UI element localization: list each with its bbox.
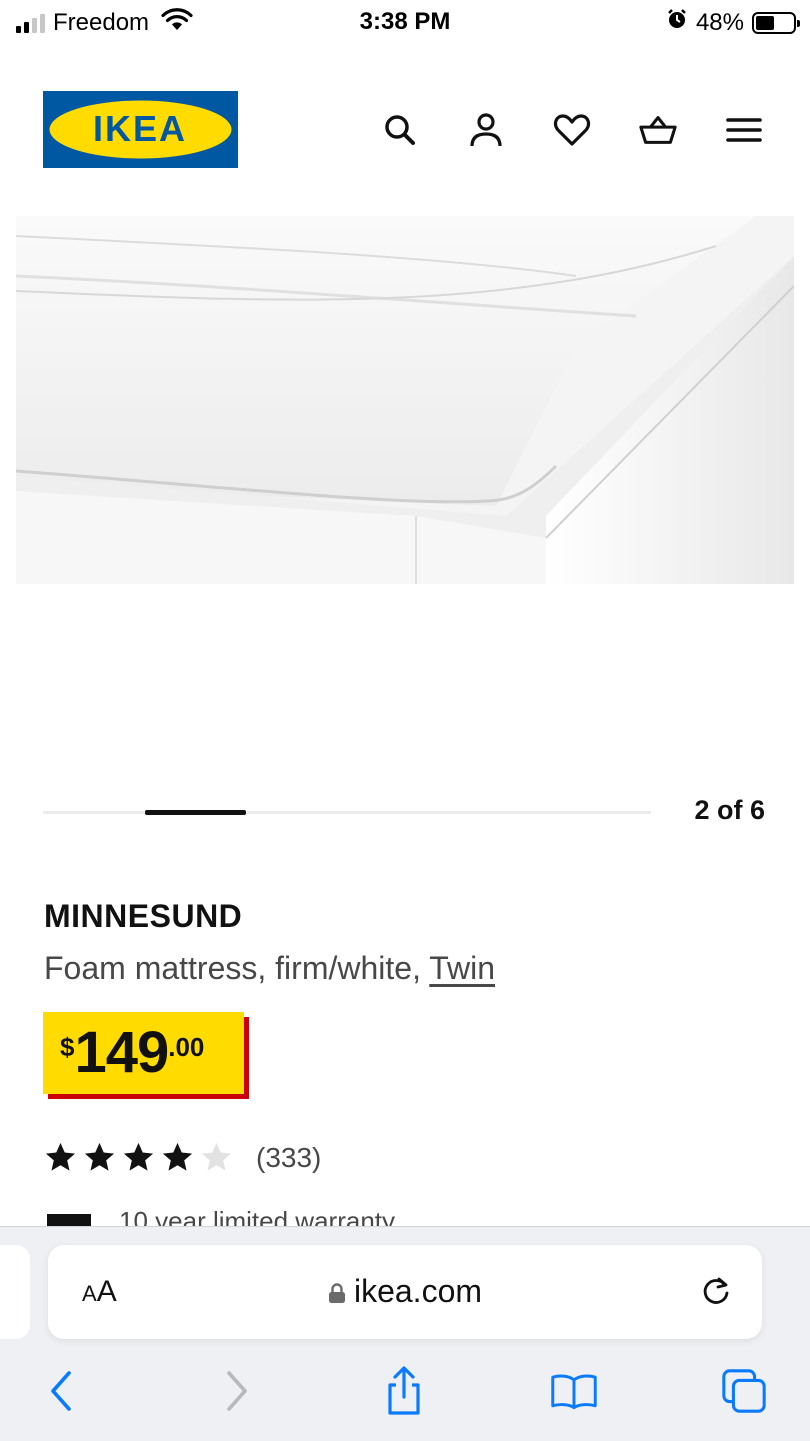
account-icon[interactable] <box>466 110 506 150</box>
safari-bottom-bar: AA ikea.com <box>0 1226 810 1441</box>
shopping-basket-icon[interactable] <box>638 110 678 150</box>
status-right: 48% <box>666 8 800 37</box>
warranty-badge-icon <box>47 1214 91 1226</box>
tabs-icon[interactable] <box>720 1367 768 1415</box>
reload-icon[interactable] <box>698 1273 734 1314</box>
carousel-progress-track[interactable] <box>43 811 651 814</box>
battery-percent: 48% <box>695 8 744 36</box>
status-bar: Freedom 3:38 PM 48% <box>0 0 810 46</box>
star-icon <box>123 1142 154 1171</box>
ikea-logo[interactable]: IKEA <box>43 91 238 168</box>
back-icon[interactable] <box>38 1367 86 1415</box>
url-label: ikea.com <box>353 1273 483 1309</box>
address-bar[interactable]: AA ikea.com <box>48 1245 762 1339</box>
product-price: $ 149 .00 <box>60 1020 204 1086</box>
product-description: Foam mattress, firm/white, Twin <box>44 950 495 987</box>
price-tag: $ 149 .00 <box>43 1012 244 1094</box>
logo-text: IKEA <box>93 108 187 149</box>
star-icon <box>84 1142 115 1171</box>
forward-icon[interactable] <box>212 1367 260 1415</box>
lock-icon <box>328 1275 346 1312</box>
image-counter: 2 of 6 <box>694 795 765 825</box>
price-integer: 149 <box>74 1020 169 1085</box>
product-image[interactable] <box>16 216 794 584</box>
carousel-progress-thumb[interactable] <box>145 810 246 815</box>
safari-toolbar <box>0 1345 810 1441</box>
product-rating[interactable]: (333) <box>43 1140 321 1175</box>
size-link[interactable]: Twin <box>429 950 495 986</box>
product-name: MINNESUND <box>44 898 243 934</box>
star-icon <box>162 1142 193 1171</box>
star-empty-icon <box>201 1142 232 1171</box>
price-decimals: .00 <box>168 1032 205 1062</box>
favorites-heart-icon[interactable] <box>552 110 592 150</box>
bookmarks-icon[interactable] <box>550 1367 598 1415</box>
review-count[interactable]: (333) <box>256 1142 321 1174</box>
share-icon[interactable] <box>380 1366 428 1415</box>
price-currency: $ <box>60 1032 75 1062</box>
search-icon[interactable] <box>380 110 420 150</box>
star-icon <box>45 1142 76 1171</box>
previous-tab-preview[interactable] <box>0 1245 30 1339</box>
battery-icon <box>752 11 800 34</box>
alarm-icon <box>666 8 688 37</box>
menu-icon[interactable] <box>724 110 764 150</box>
product-description-text: Foam mattress, firm/white, <box>44 950 430 986</box>
url-text[interactable]: ikea.com <box>48 1273 762 1312</box>
